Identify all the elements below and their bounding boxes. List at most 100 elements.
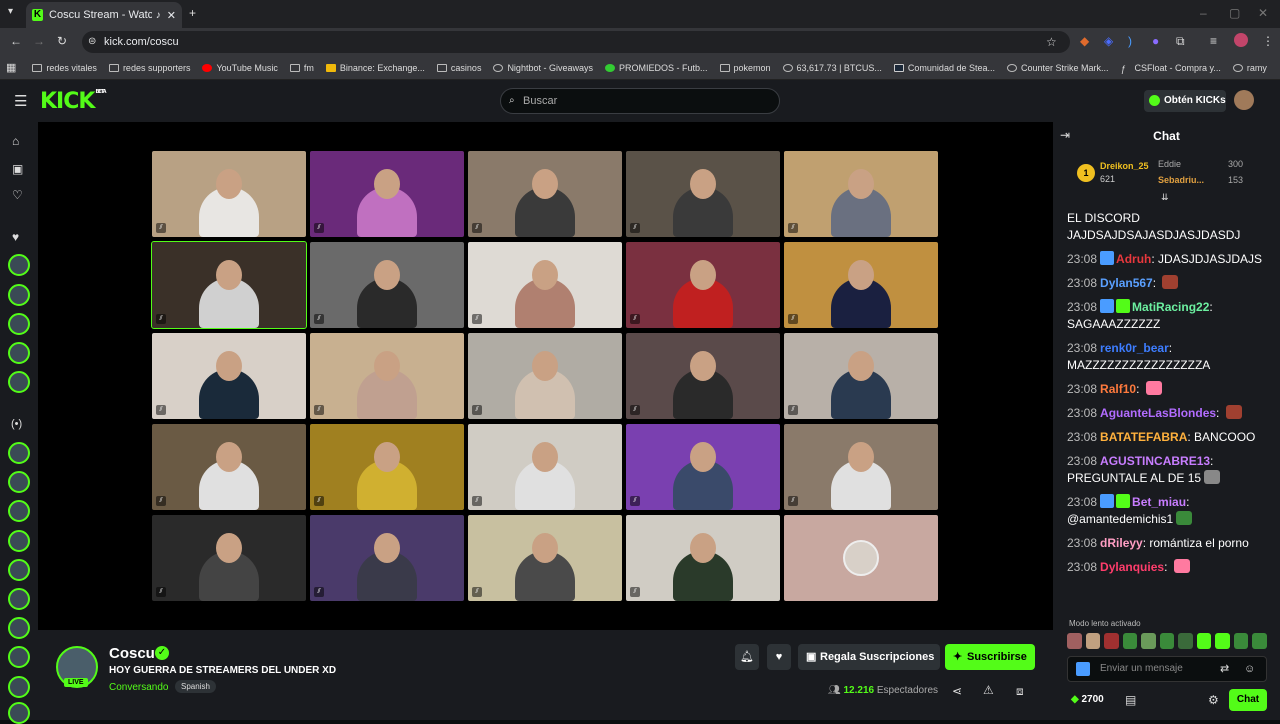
quick-emote[interactable] (1196, 633, 1212, 649)
bookmark[interactable]: ƒ CSFloat - Compra y... (1121, 63, 1221, 74)
chat-username[interactable]: Dylanquies (1100, 560, 1164, 574)
quick-emote[interactable] (1067, 633, 1082, 649)
window-close-icon[interactable]: ✕ (1258, 6, 1268, 20)
gift-subs-button[interactable]: ▣ Regala Suscripciones (798, 644, 940, 670)
chat-username[interactable]: BATATEFABRA (1100, 430, 1187, 444)
quick-emote[interactable] (1215, 633, 1230, 649)
followed-channel-avatar[interactable] (8, 284, 30, 306)
tab-search-icon[interactable]: ▾ (8, 6, 13, 17)
quick-emote[interactable] (1233, 633, 1249, 649)
minimize-icon[interactable]: – (1200, 6, 1207, 20)
bookmark[interactable]: Counter Strike Mark... (1006, 63, 1109, 73)
quick-emote[interactable] (1122, 633, 1138, 649)
browser-tab[interactable]: K Coscu Stream - Watch Live ♪ ✕ (26, 2, 182, 28)
extension-icon[interactable]: ) (1128, 34, 1132, 48)
recommended-channel-avatar[interactable] (8, 617, 30, 639)
user-avatar[interactable] (1234, 90, 1254, 110)
bookmark[interactable]: casinos (436, 63, 481, 73)
bookmark[interactable]: Binance: Exchange... (325, 63, 425, 73)
chat-username[interactable]: dRileyy (1100, 536, 1143, 550)
translate-icon[interactable]: ⇄ (1220, 657, 1229, 681)
recommended-channel-avatar[interactable] (8, 646, 30, 668)
leader-name[interactable]: Eddie (1158, 159, 1181, 169)
kicks-balance[interactable]: ◆ 2700 (1071, 694, 1104, 705)
tab-close-icon[interactable]: ✕ (167, 9, 176, 22)
recommended-channel-avatar[interactable] (8, 702, 30, 724)
profile-avatar[interactable] (1234, 33, 1248, 47)
recommended-channel-avatar[interactable] (8, 471, 30, 493)
back-icon[interactable]: ← (10, 34, 22, 48)
menu-icon[interactable]: ☰ (14, 92, 27, 110)
extension-icon[interactable]: ◈ (1104, 34, 1113, 48)
new-tab-icon[interactable]: + (189, 6, 196, 20)
url-input[interactable]: ⊜ kick.com/coscu ☆ (82, 31, 1070, 53)
language-tag[interactable]: Spanish (175, 680, 216, 693)
reading-list-icon[interactable]: ≡ (1210, 34, 1217, 48)
bookmark[interactable]: redes supporters (108, 63, 190, 73)
following-icon[interactable]: ♡ (12, 188, 23, 202)
chat-message-input[interactable]: Enviar un mensaje ⇄ ☺ (1067, 656, 1267, 682)
bookmark[interactable]: ramy (1232, 63, 1267, 73)
extension-icon[interactable]: ◆ (1080, 34, 1089, 48)
search-input[interactable]: ⌕ Buscar (500, 88, 780, 114)
bookmark[interactable]: redes vitales (32, 63, 97, 73)
recommended-channel-avatar[interactable] (8, 676, 30, 698)
stream-category[interactable]: Conversando (109, 682, 168, 693)
chat-username[interactable]: renk0r_bear (1100, 341, 1169, 355)
emoji-icon[interactable]: ☺ (1244, 657, 1255, 681)
chat-username[interactable]: Adruh (1116, 252, 1151, 266)
quick-emote[interactable] (1252, 633, 1268, 649)
follow-heart-button[interactable]: ♥ (767, 644, 791, 670)
notification-bell-button[interactable]: 🔔︎ (735, 644, 759, 670)
quick-emote[interactable] (1141, 633, 1156, 649)
browser-menu-icon[interactable]: ⋮ (1262, 34, 1274, 48)
recommended-channel-avatar[interactable] (8, 588, 30, 610)
report-icon[interactable]: ⚠ (983, 683, 994, 697)
recommended-channel-avatar[interactable] (8, 500, 30, 522)
bookmark[interactable]: 63,617.73 | BTCUS... (782, 63, 882, 73)
chat-username[interactable]: Bet_miau (1132, 495, 1186, 509)
chat-username[interactable]: Ralf10 (1100, 382, 1136, 396)
bookmark[interactable]: fm (289, 63, 314, 73)
home-icon[interactable]: ⌂ (12, 134, 19, 148)
followed-channel-avatar[interactable] (8, 313, 30, 335)
send-chat-button[interactable]: Chat (1229, 689, 1267, 711)
forward-icon[interactable]: → (33, 34, 45, 48)
followed-channel-avatar[interactable] (8, 342, 30, 364)
subscribe-button[interactable]: ✦ Suscribirse (945, 644, 1035, 670)
bookmark[interactable]: YouTube Music (202, 63, 278, 73)
followed-channel-avatar[interactable] (8, 254, 30, 276)
recommended-channel-avatar[interactable] (8, 530, 30, 552)
leader-name[interactable]: Dreikon_25 (1100, 161, 1149, 171)
followed-channel-avatar[interactable] (8, 371, 30, 393)
site-info-icon[interactable]: ⊜ (88, 31, 96, 53)
leader-name[interactable]: Sebadriu... (1158, 175, 1204, 185)
quick-emote[interactable] (1178, 633, 1193, 649)
bookmark[interactable]: pokemon (719, 63, 771, 73)
chat-username[interactable]: MatiRacing22 (1132, 300, 1209, 314)
bookmark[interactable]: Nightbot - Giveaways (493, 63, 593, 73)
get-kicks-button[interactable]: Obtén KICKs (1144, 90, 1226, 112)
bookmark[interactable]: Comunidad de Stea... (893, 63, 995, 73)
chat-username[interactable]: AGUSTINCABRE13 (1100, 454, 1210, 468)
kick-logo[interactable]: KICKBETA (40, 89, 107, 114)
share-icon[interactable]: ⋖ (952, 684, 962, 698)
bookmark-star-icon[interactable]: ☆ (1046, 31, 1057, 53)
quick-emote[interactable] (1085, 633, 1101, 649)
clip-icon[interactable]: ⧈ (1016, 684, 1024, 699)
recommended-channel-avatar[interactable] (8, 559, 30, 581)
extension-icon[interactable]: ● (1152, 34, 1159, 48)
leaderboard-icon[interactable]: ▤ (1125, 693, 1136, 707)
browse-icon[interactable]: ▣ (12, 162, 23, 176)
recommended-channel-avatar[interactable] (8, 442, 30, 464)
reload-icon[interactable]: ↻ (57, 34, 67, 48)
bookmark[interactable]: PROMIEDOS - Futb... (604, 63, 708, 73)
quick-emote[interactable] (1104, 633, 1119, 649)
video-player[interactable]: ⫽ ⫽ ⫽ ⫽ ⫽ ⫽ ⫽ ⫽ ⫽ ⫽ ⫽ ⫽ ⫽ ⫽ ⫽ ⫽ ⫽ ⫽ ⫽ ⫽ ⫽ ⫽ ⫽ ⫽ (38, 122, 1053, 630)
chat-username[interactable]: AguanteLasBlondes (1100, 406, 1216, 420)
quick-emote[interactable] (1159, 633, 1175, 649)
channel-name[interactable]: Coscu (109, 645, 155, 662)
expand-leaderboard-icon[interactable]: ⇊ (1161, 192, 1169, 203)
chat-settings-icon[interactable]: ⚙ (1208, 693, 1219, 707)
chat-username[interactable]: Dylan567 (1100, 276, 1153, 290)
